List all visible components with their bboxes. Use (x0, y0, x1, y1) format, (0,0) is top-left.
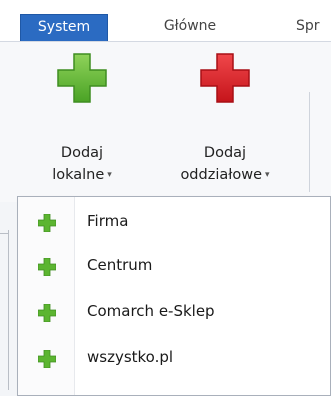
add-branch-label-2: oddziałowe ▾ (180, 167, 270, 183)
add-branch-button[interactable]: Dodaj oddziałowe ▾ (150, 42, 300, 202)
add-local-label-2: lokalne ▾ (52, 167, 112, 183)
red-plus-icon (200, 53, 250, 103)
add-local-button[interactable]: Dodaj lokalne ▾ (28, 42, 136, 202)
ribbon-tab-bar: System Główne Spr (0, 0, 331, 42)
menu-item-label: Comarch e-Sklep (87, 302, 215, 320)
green-plus-icon (38, 304, 56, 322)
add-local-dropdown-menu: Firma Centrum Comarch e-Sklep wszystko.p… (17, 196, 331, 396)
menu-item-label: Firma (87, 212, 129, 230)
add-branch-label-1: Dodaj (203, 145, 247, 161)
ribbon-panel: Dodaj lokalne ▾ Dodaj oddziałowe ▾ (0, 42, 331, 202)
background-border (8, 230, 9, 390)
menu-item-label: wszystko.pl (87, 348, 174, 366)
background-tick (0, 233, 8, 234)
green-plus-icon (38, 214, 56, 232)
chevron-down-icon: ▾ (107, 170, 112, 180)
green-plus-icon (38, 350, 56, 368)
add-local-label-1: Dodaj (60, 145, 104, 161)
ribbon-separator (309, 92, 310, 192)
green-plus-icon (57, 53, 107, 103)
tab-glowne[interactable]: Główne (150, 14, 230, 41)
menu-item-label: Centrum (87, 256, 153, 274)
menu-item-comarch-e-sklep[interactable]: Comarch e-Sklep (18, 292, 331, 336)
menu-item-centrum[interactable]: Centrum (18, 246, 331, 290)
tab-system[interactable]: System (20, 14, 108, 41)
green-plus-icon (38, 258, 56, 276)
chevron-down-icon: ▾ (265, 170, 270, 180)
tab-spr[interactable]: Spr (286, 14, 331, 41)
menu-item-firma[interactable]: Firma (18, 202, 331, 246)
menu-item-wszystko-pl[interactable]: wszystko.pl (18, 338, 331, 382)
